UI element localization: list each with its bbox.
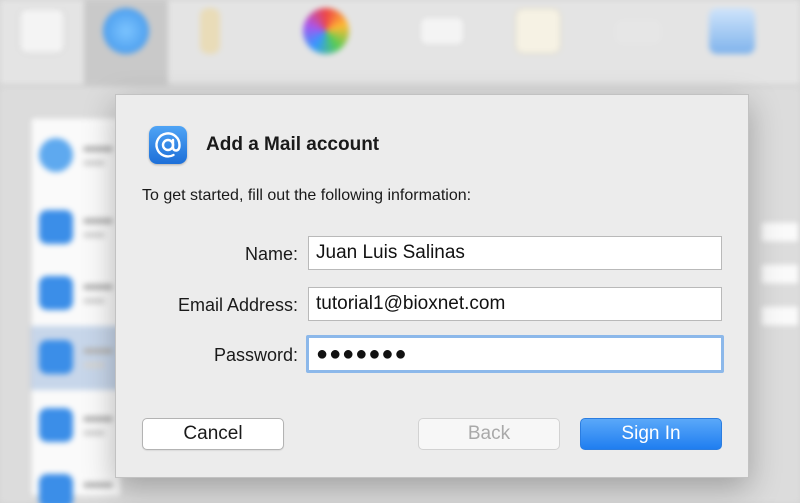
name-field[interactable]	[308, 236, 722, 270]
cancel-button[interactable]: Cancel	[142, 418, 284, 450]
toolbar-item-junk	[168, 0, 252, 86]
color-wheel-icon	[303, 8, 349, 54]
background-field	[760, 221, 800, 243]
password-label: Password:	[213, 345, 298, 365]
toolbar-item-fonts	[284, 0, 368, 86]
placeholder-line	[83, 284, 113, 290]
intro-text: To get started, fill out the following i…	[142, 187, 472, 204]
at-sign-icon	[39, 474, 73, 503]
list-item	[31, 394, 121, 458]
at-sign-icon	[149, 126, 187, 164]
placeholder-line	[83, 232, 105, 238]
list-item	[31, 326, 121, 390]
toolbar-item-signatures	[596, 0, 680, 86]
toolbar-item-viewing	[400, 0, 484, 86]
placeholder-line	[83, 416, 113, 422]
list-item	[31, 124, 121, 188]
list-item	[31, 196, 121, 260]
at-sign-glyph	[155, 132, 181, 158]
sign-in-button[interactable]: Sign In	[580, 418, 722, 450]
list-item	[31, 460, 121, 503]
accounts-list	[30, 117, 122, 503]
placeholder-line	[83, 348, 113, 354]
background-field	[760, 305, 800, 327]
placeholder-line	[83, 298, 105, 304]
placeholder-line	[83, 160, 105, 166]
signature-icon	[615, 20, 661, 44]
pencil-paper-icon	[515, 8, 561, 54]
at-sign-icon	[39, 408, 73, 442]
email-field[interactable]	[308, 287, 722, 321]
at-sign-icon	[39, 210, 73, 244]
placeholder-line	[83, 482, 113, 488]
add-account-sheet: Add a Mail account To get started, fill …	[115, 94, 749, 478]
placeholder-line	[83, 218, 113, 224]
at-sign-icon	[39, 340, 73, 374]
toolbar-item-accounts	[84, 0, 168, 86]
glasses-icon	[419, 16, 465, 46]
trash-icon	[200, 8, 220, 54]
back-button[interactable]: Back	[418, 418, 560, 450]
envelope-icon	[709, 8, 755, 54]
toolbar-item-composing	[496, 0, 580, 86]
toolbar-item-rules	[690, 0, 774, 86]
switch-icon	[19, 8, 65, 54]
preferences-toolbar	[0, 0, 800, 86]
list-item	[31, 262, 121, 326]
password-field[interactable]	[306, 335, 724, 373]
placeholder-line	[83, 146, 113, 152]
email-label: Email Address:	[177, 295, 298, 315]
at-sign-icon	[103, 8, 149, 54]
at-sign-icon	[39, 276, 73, 310]
placeholder-line	[83, 362, 105, 368]
cloud-icon	[39, 138, 73, 172]
background-field	[760, 263, 800, 285]
toolbar-item-general	[0, 0, 84, 86]
sheet-title: Add a Mail account	[206, 134, 380, 155]
name-label: Name:	[244, 244, 298, 264]
placeholder-line	[83, 430, 105, 436]
